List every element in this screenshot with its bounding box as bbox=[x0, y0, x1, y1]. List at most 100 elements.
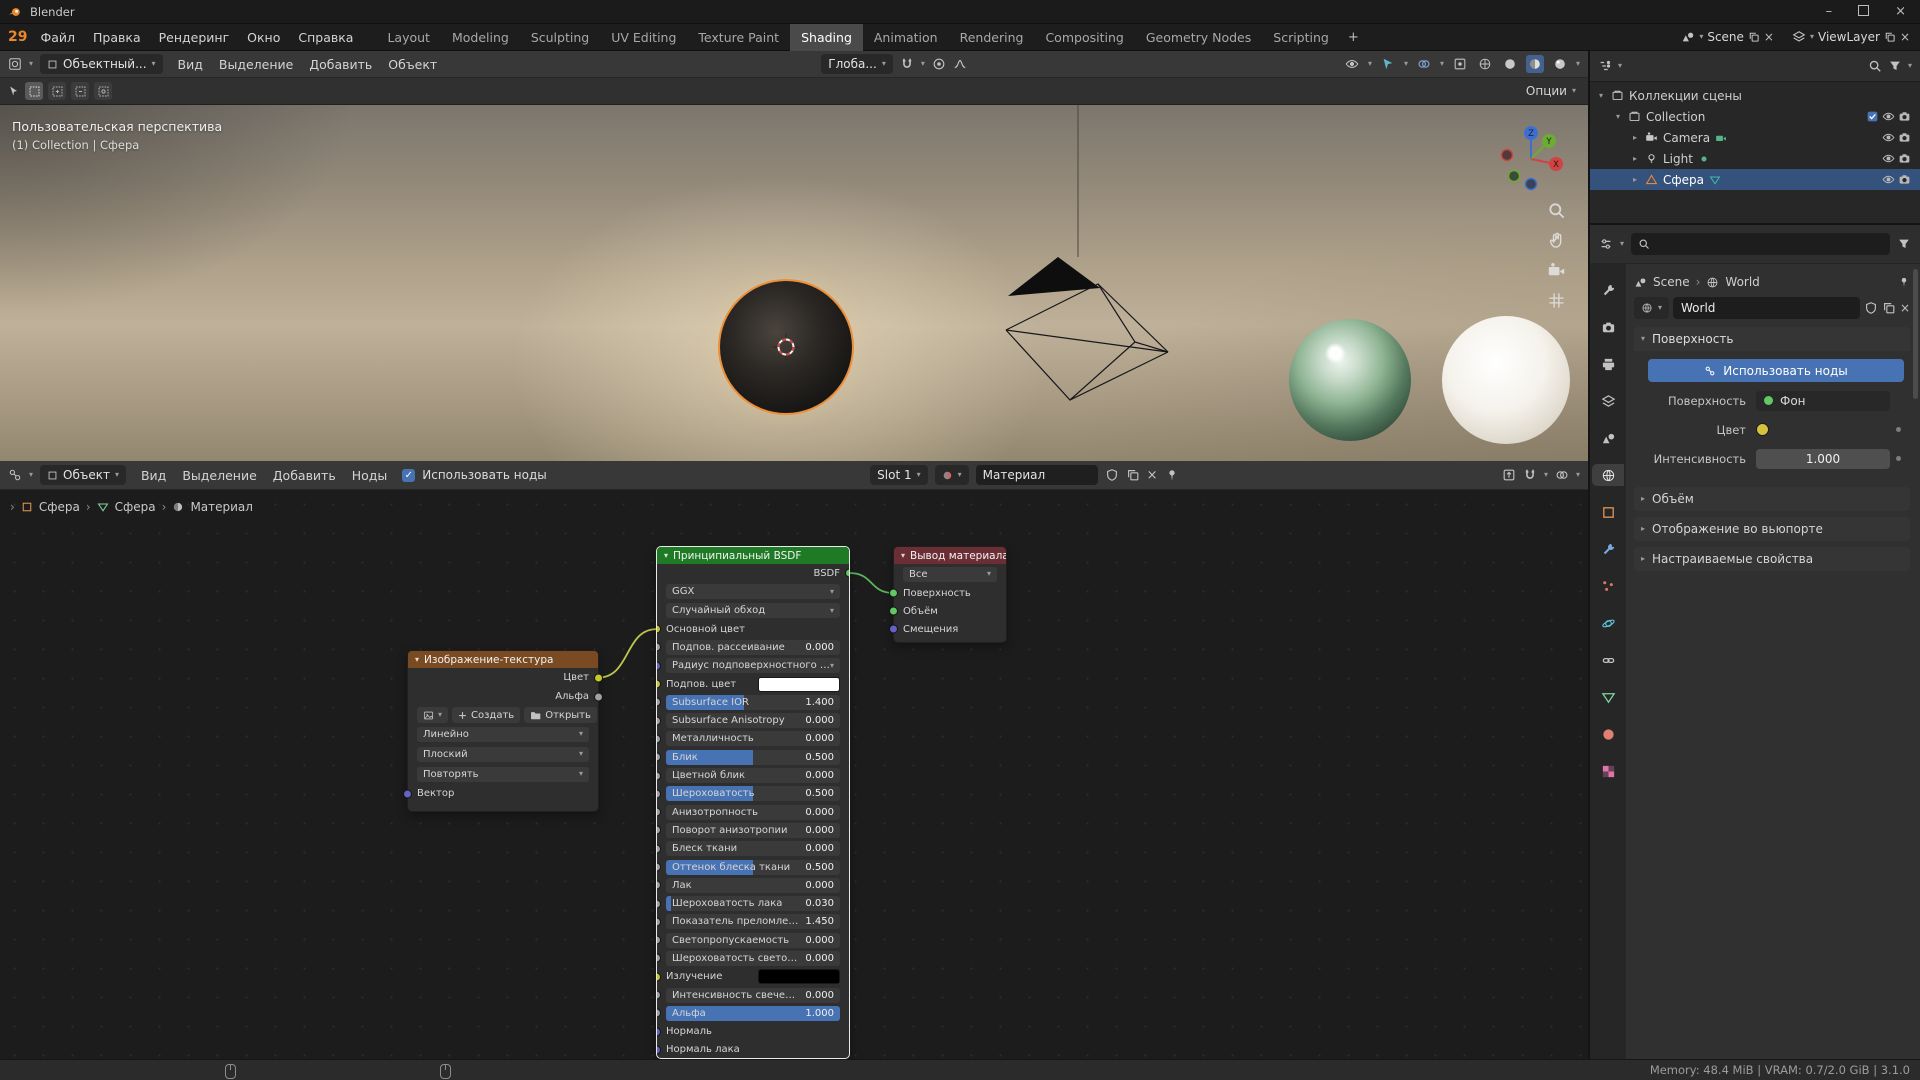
node-snap-arrow-icon[interactable] bbox=[1502, 468, 1516, 482]
hide-viewport-eye-icon[interactable] bbox=[1882, 173, 1895, 186]
bsdf-in-8[interactable] bbox=[656, 771, 661, 780]
shader-menu-вид[interactable]: Вид bbox=[133, 462, 174, 489]
properties-tab-view-layer[interactable] bbox=[1594, 390, 1622, 412]
bsdf-in-22[interactable] bbox=[656, 1027, 661, 1036]
menu-файл[interactable]: Файл bbox=[31, 24, 84, 51]
toggle-grid-icon[interactable] bbox=[1547, 291, 1566, 310]
workspace-tab-geometry-nodes[interactable]: Geometry Nodes bbox=[1135, 24, 1262, 51]
image-browse-button[interactable]: ▾ bbox=[417, 707, 448, 723]
chevron-right-icon[interactable]: ▸ bbox=[1630, 175, 1640, 184]
snap-magnet-icon[interactable] bbox=[1523, 468, 1537, 482]
pin-icon[interactable] bbox=[1165, 468, 1179, 482]
shader-menu-ноды[interactable]: Ноды bbox=[344, 462, 396, 489]
hide-viewport-eye-icon[interactable] bbox=[1882, 152, 1895, 165]
camera-view-icon[interactable] bbox=[1547, 261, 1566, 280]
properties-tab-render[interactable] bbox=[1594, 316, 1622, 338]
bsdf-slider-4[interactable]: Subsurface IOR1.400 bbox=[666, 695, 840, 710]
breadcrumb-object[interactable]: Сфера bbox=[39, 500, 80, 514]
bsdf-slider-14[interactable]: Лак0.000 bbox=[666, 878, 840, 893]
texture-dropdown-1[interactable]: Плоский▾ bbox=[417, 747, 589, 762]
properties-tab-particles[interactable] bbox=[1594, 575, 1622, 597]
shader-menu-добавить[interactable]: Добавить bbox=[265, 462, 344, 489]
use-nodes-button[interactable]: Использовать ноды bbox=[1648, 359, 1904, 382]
editor-type-properties-icon[interactable] bbox=[1599, 237, 1613, 251]
menu-рендеринг[interactable]: Рендеринг bbox=[150, 24, 239, 51]
workspace-tab-layout[interactable]: Layout bbox=[376, 24, 441, 51]
bsdf-slider-17[interactable]: Светопропускаемость0.000 bbox=[666, 933, 840, 948]
bsdf-in-10[interactable] bbox=[656, 808, 661, 817]
world-browse-dropdown[interactable]: ▾ bbox=[1634, 297, 1669, 319]
properties-search-input[interactable] bbox=[1631, 233, 1890, 255]
mout-in-2[interactable] bbox=[889, 625, 898, 634]
outliner-row-collection[interactable]: ▾Collection bbox=[1590, 106, 1920, 127]
bsdf-slider-13[interactable]: Оттенок блеска ткани0.500 bbox=[666, 860, 840, 875]
properties-tab-world[interactable] bbox=[1592, 464, 1624, 486]
use-nodes-checkbox[interactable]: ✓ bbox=[402, 469, 415, 482]
node-editor-canvas[interactable]: › Сфера › Сфера › Материал ▾ Изображение… bbox=[0, 490, 1588, 1059]
pin-icon[interactable] bbox=[1898, 276, 1910, 288]
tex-in-0[interactable] bbox=[403, 789, 412, 798]
mode-dropdown[interactable]: Объектный... ▾ bbox=[40, 54, 163, 74]
bsdf-in-14[interactable] bbox=[656, 881, 661, 890]
overlays-toggle[interactable] bbox=[1415, 55, 1433, 73]
breadcrumb-material[interactable]: Материал bbox=[190, 500, 253, 514]
hide-render-camera-icon[interactable] bbox=[1898, 173, 1911, 186]
surface-panel-header[interactable]: ▾ Поверхность bbox=[1634, 327, 1910, 351]
bsdf-in-19[interactable] bbox=[656, 972, 661, 981]
properties-tab-physics[interactable] bbox=[1594, 612, 1622, 634]
bsdf-slider-10[interactable]: Анизотропность0.000 bbox=[666, 805, 840, 820]
remove-view-layer-icon[interactable]: × bbox=[1900, 30, 1910, 44]
world-name-field[interactable]: World bbox=[1673, 297, 1860, 319]
mout-in-1[interactable] bbox=[889, 607, 898, 616]
hide-viewport-eye-icon[interactable] bbox=[1882, 131, 1895, 144]
bsdf-slider-12[interactable]: Блеск ткани0.000 bbox=[666, 841, 840, 856]
texture-dropdown-0[interactable]: Линейно▾ bbox=[417, 727, 589, 742]
outliner-row-коллекции-сцены[interactable]: ▾Коллекции сцены bbox=[1590, 85, 1920, 106]
bsdf-slider-8[interactable]: Цветной блик0.000 bbox=[666, 768, 840, 783]
outliner-row-сфера[interactable]: ▸Сфера bbox=[1590, 169, 1920, 190]
shading-wireframe-button[interactable] bbox=[1476, 55, 1494, 73]
bsdf-in-0[interactable] bbox=[656, 625, 661, 634]
search-icon[interactable] bbox=[1868, 59, 1882, 73]
properties-tab-texture[interactable] bbox=[1594, 760, 1622, 782]
distribution-dropdown[interactable]: GGX ▾ bbox=[666, 584, 840, 599]
workspace-tab-texture-paint[interactable]: Texture Paint bbox=[687, 24, 790, 51]
unlink-world-icon[interactable]: × bbox=[1900, 301, 1910, 315]
chevron-right-icon[interactable]: ▸ bbox=[1630, 154, 1640, 163]
material-output-node[interactable]: ▾ Вывод материала Все ▾ ПоверхностьОбъём… bbox=[893, 546, 1007, 643]
workspace-tab-uv-editing[interactable]: UV Editing bbox=[600, 24, 687, 51]
viewport-menu-выделение[interactable]: Выделение bbox=[211, 51, 301, 78]
bsdf-slider-11[interactable]: Поворот анизотропии0.000 bbox=[666, 823, 840, 838]
tex-out-0[interactable] bbox=[594, 673, 603, 682]
material-name-field[interactable]: Материал bbox=[976, 465, 1098, 485]
bsdf-slider-9[interactable]: Шероховатость0.500 bbox=[666, 786, 840, 801]
visibility-dropdown[interactable] bbox=[1343, 55, 1361, 73]
move-view-hand-icon[interactable] bbox=[1547, 231, 1566, 250]
bsdf-color-swatch-3[interactable] bbox=[758, 677, 840, 692]
active-tool-icon[interactable] bbox=[8, 85, 20, 97]
fake-user-shield-icon[interactable] bbox=[1105, 468, 1119, 482]
properties-tab-constraints[interactable] bbox=[1594, 649, 1622, 671]
menu-окно[interactable]: Окно bbox=[238, 24, 289, 51]
copy-icon[interactable] bbox=[1882, 301, 1896, 315]
properties-tab-modifiers[interactable] bbox=[1594, 538, 1622, 560]
editor-type-viewport-icon[interactable] bbox=[8, 57, 22, 71]
options-dropdown[interactable]: Опции ▾ bbox=[1526, 84, 1580, 98]
material-output-node-header[interactable]: ▾ Вывод материала bbox=[894, 547, 1006, 564]
properties-tab-object-data[interactable] bbox=[1594, 686, 1622, 708]
breadcrumb-scene[interactable]: Scene bbox=[1653, 275, 1690, 289]
menu-справка[interactable]: Справка bbox=[289, 24, 362, 51]
bsdf-in-20[interactable] bbox=[656, 991, 661, 1000]
image-open-button[interactable]: Открыть bbox=[524, 707, 597, 723]
editor-type-shader-icon[interactable] bbox=[8, 468, 22, 482]
bsdf-in-18[interactable] bbox=[656, 954, 661, 963]
falloff-curve-icon[interactable] bbox=[953, 57, 967, 71]
workspace-tab-scripting[interactable]: Scripting bbox=[1262, 24, 1340, 51]
viewport-menu-вид[interactable]: Вид bbox=[170, 51, 211, 78]
bsdf-in-6[interactable] bbox=[656, 734, 661, 743]
bsdf-in-21[interactable] bbox=[656, 1009, 661, 1018]
collapse-node-icon[interactable]: ▾ bbox=[415, 656, 419, 664]
menu-правка[interactable]: Правка bbox=[84, 24, 150, 51]
add-workspace-button[interactable]: + bbox=[1340, 30, 1367, 45]
selectable-checkbox[interactable] bbox=[1866, 110, 1879, 123]
